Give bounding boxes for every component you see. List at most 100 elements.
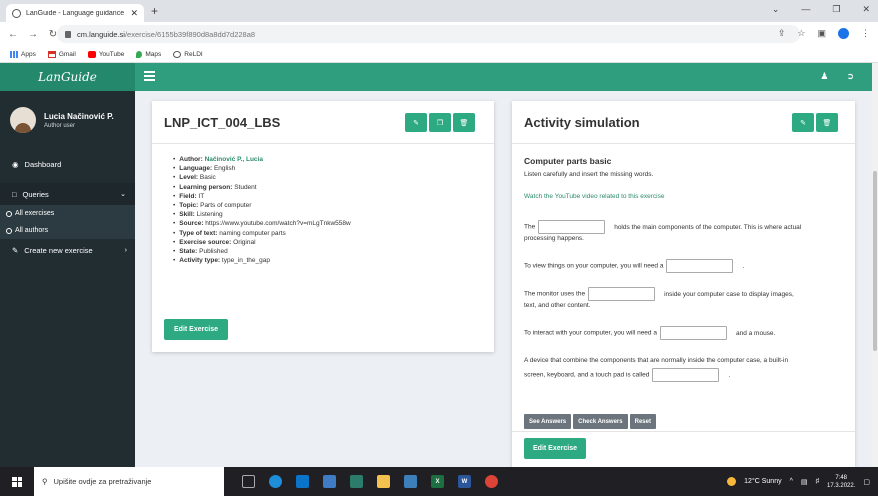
close-tab-icon[interactable]: ✕ <box>130 8 138 19</box>
forward-icon[interactable]: → <box>28 29 38 40</box>
simulation-actions: ✎ 🗑 <box>792 113 838 132</box>
divider <box>152 143 494 144</box>
gap-input-4[interactable] <box>659 326 727 340</box>
close-window-icon[interactable]: ✕ <box>862 4 870 15</box>
taskbar-apps: X W <box>242 475 498 488</box>
gap-input-5[interactable] <box>652 368 720 382</box>
app-icon[interactable] <box>350 475 363 488</box>
question-4: To interact with your computer, you will… <box>524 326 846 340</box>
gap-input-2[interactable] <box>666 259 734 273</box>
scrollbar-thumb[interactable] <box>873 171 877 351</box>
delete-icon-button[interactable]: 🗑 <box>453 113 475 132</box>
volume-icon[interactable]: ♯ <box>816 478 820 485</box>
circle-icon <box>6 210 12 217</box>
user-role: Author user <box>44 122 76 129</box>
sidebar-item-all-authors[interactable]: All authors <box>0 222 135 239</box>
header-actions: ♟ ➲ <box>820 71 854 82</box>
youtube-link[interactable]: Watch the YouTube video related to this … <box>524 193 846 200</box>
sidebar-item-all-exercises[interactable]: All exercises <box>0 205 135 222</box>
sidebar-item-create-new-exercise[interactable]: ✎ Create new exercise › <box>0 239 135 261</box>
app-icon[interactable] <box>404 475 417 488</box>
minimize-icon[interactable]: — <box>801 4 810 15</box>
page-scrollbar[interactable] <box>872 63 878 467</box>
activity-heading: Computer parts basic <box>524 156 612 166</box>
sidepanel-icon[interactable]: ▣ <box>817 28 826 39</box>
globe-icon <box>173 50 182 58</box>
store-icon[interactable] <box>296 475 309 488</box>
word-icon[interactable]: W <box>458 475 471 488</box>
edit-icon-button[interactable]: ✎ <box>405 113 427 132</box>
start-button[interactable] <box>0 467 34 496</box>
gap-input-1[interactable] <box>538 220 606 234</box>
see-answers-button[interactable]: See Answers <box>524 414 572 429</box>
weather-text[interactable]: 12°C Sunny <box>744 478 781 485</box>
chevron-down-icon: ⌄ <box>120 191 126 198</box>
app-logo[interactable]: LanGuide <box>0 63 135 91</box>
bookmark-apps[interactable]: Apps <box>10 50 36 58</box>
question-3: The monitor uses the inside your computer… <box>524 287 846 311</box>
maps-pin-icon <box>136 50 143 58</box>
delete-icon-button[interactable]: 🗑 <box>816 113 838 132</box>
hamburger-menu-icon[interactable] <box>144 71 155 81</box>
share-icon[interactable]: ⇪ <box>778 28 786 39</box>
detail-level: Level: Basic <box>173 173 483 182</box>
sidebar-item-dashboard[interactable]: ◉ Dashboard <box>0 153 135 175</box>
youtube-icon <box>87 50 96 58</box>
url-path: /exercise/6155b39f890d8a8dd7d228a8 <box>124 29 256 39</box>
bookmark-youtube[interactable]: YouTube <box>87 50 124 58</box>
sidebar-item-queries[interactable]: □ Queries ⌄ <box>0 183 135 205</box>
exercise-details-card: LNP_ICT_004_LBS ✎ ❐ 🗑 Author: Načinović … <box>152 101 494 352</box>
divider <box>512 143 855 144</box>
bookmark-gmail[interactable]: Gmail <box>47 50 76 58</box>
edit-exercise-button[interactable]: Edit Exercise <box>164 319 228 340</box>
edit-icon-button[interactable]: ✎ <box>792 113 814 132</box>
clock[interactable]: 7:48 17.3.2022. <box>827 474 855 490</box>
profile-avatar[interactable] <box>838 28 849 39</box>
detail-state: State: Published <box>173 247 483 256</box>
gap-input-3[interactable] <box>588 287 656 301</box>
chevron-down-icon[interactable]: ⌄ <box>772 4 780 15</box>
duplicate-icon-button[interactable]: ❐ <box>429 113 451 132</box>
menu-icon[interactable]: ⋮ <box>861 28 870 39</box>
new-tab-button[interactable]: + <box>151 4 158 18</box>
check-answers-button[interactable]: Check Answers <box>573 414 628 429</box>
search-icon: ⚲ <box>42 477 48 486</box>
bookmarks-bar: Apps Gmail YouTube Maps ReLDI <box>0 46 878 63</box>
browser-tab[interactable]: LanGuide - Language guidance : ✕ <box>6 4 144 22</box>
detail-source: Source: https://www.youtube.com/watch?v=… <box>173 219 483 228</box>
reset-button[interactable]: Reset <box>629 414 656 429</box>
maximize-icon[interactable]: ❐ <box>832 4 840 15</box>
detail-field: Field: IT <box>173 192 483 201</box>
tray-chevron-icon[interactable]: ^ <box>790 478 793 485</box>
author-link[interactable]: Načinović P., Lucia <box>205 156 263 163</box>
question-1: The holds the main components of the comp… <box>524 220 846 244</box>
bookmark-maps[interactable]: Maps <box>136 50 161 58</box>
task-view-icon[interactable] <box>242 475 255 488</box>
star-icon[interactable]: ☆ <box>797 28 805 39</box>
chrome-icon[interactable] <box>485 475 498 488</box>
exercise-details-list: Author: Načinović P., Lucia Language: En… <box>173 155 483 265</box>
avatar <box>10 107 36 133</box>
back-icon[interactable]: ← <box>8 29 18 40</box>
url-field[interactable]: cm.languide.si/exercise/6155b39f890d8a8d… <box>57 25 800 43</box>
simulation-body: Computer parts basic Listen carefully an… <box>524 156 846 456</box>
detail-author: Author: Načinović P., Lucia <box>173 155 483 164</box>
notifications-icon[interactable]: ▢ <box>863 478 870 486</box>
edit-exercise-button[interactable]: Edit Exercise <box>524 438 586 459</box>
taskbar-search[interactable]: ⚲ Upišite ovdje za pretraživanje <box>34 467 224 496</box>
exercise-title: LNP_ICT_004_LBS <box>164 115 281 130</box>
file-explorer-icon[interactable] <box>377 475 390 488</box>
lock-icon <box>65 30 71 38</box>
windows-logo-icon <box>12 476 22 487</box>
logout-icon[interactable]: ➲ <box>846 71 854 82</box>
network-icon[interactable]: ▤ <box>801 478 808 486</box>
edge-icon[interactable] <box>269 475 282 488</box>
user-icon[interactable]: ♟ <box>820 71 828 82</box>
detail-skill: Skill: Listening <box>173 210 483 219</box>
mail-icon[interactable] <box>323 475 336 488</box>
excel-icon[interactable]: X <box>431 475 444 488</box>
main-content: LNP_ICT_004_LBS ✎ ❐ 🗑 Author: Načinović … <box>135 91 872 468</box>
bookmark-reldi[interactable]: ReLDI <box>173 50 203 58</box>
detail-topic: Topic: Parts of computer <box>173 201 483 210</box>
gmail-icon <box>47 50 56 58</box>
